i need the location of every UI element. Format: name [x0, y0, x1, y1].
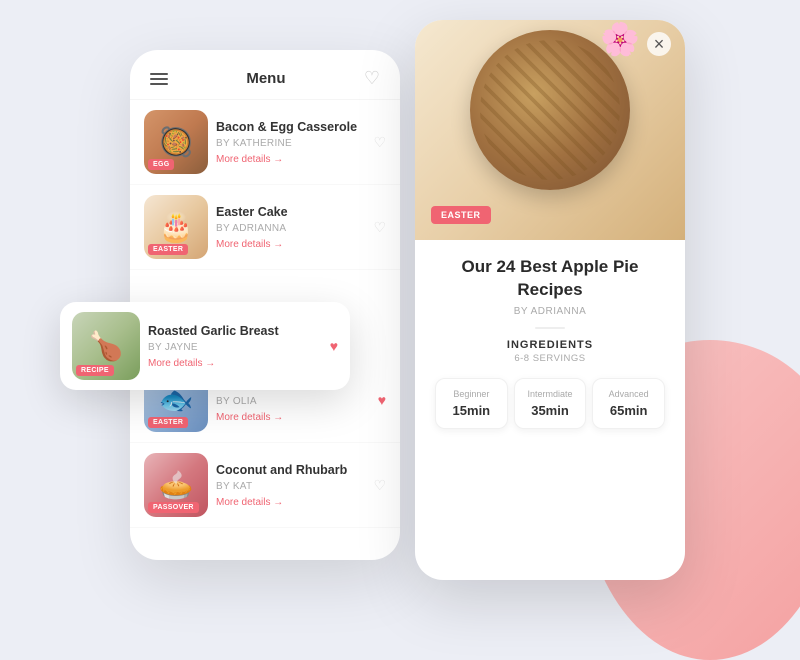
difficulty-row: Beginner 15min Intermdiate 35min Advance… — [435, 378, 665, 429]
heart-icon[interactable]: ♡ — [373, 477, 386, 494]
recipe-title: Our 24 Best Apple Pie Recipes — [435, 256, 665, 302]
heart-icon[interactable]: ♡ — [373, 219, 386, 236]
difficulty-level: Beginner — [442, 389, 501, 399]
recipe-tag: PASSOVER — [148, 502, 199, 513]
recipe-hero-image: × EASTER — [415, 20, 685, 240]
list-item[interactable]: PASSOVER Coconut and Rhubarb By KAT More… — [130, 443, 400, 528]
ingredients-section: INGREDIENTS 6-8 SERVINGS — [435, 339, 665, 364]
more-details-link[interactable]: More details → — [216, 239, 365, 250]
difficulty-time: 35min — [521, 403, 580, 418]
list-item[interactable]: EASTER Easter Cake By ADRIANNA More deta… — [130, 185, 400, 270]
recipe-name: Easter Cake — [216, 204, 365, 220]
recipe-tag: EASTER — [148, 244, 188, 255]
close-button[interactable]: × — [647, 32, 671, 56]
recipe-author: By JAYNE — [148, 342, 322, 353]
recipe-info: Easter Cake By ADRIANNA More details → — [216, 204, 365, 249]
difficulty-time: 15min — [442, 403, 501, 418]
recipe-tag: EGG — [148, 159, 174, 170]
right-phone: × EASTER Our 24 Best Apple Pie Recipes B… — [415, 20, 685, 580]
hamburger-icon[interactable] — [150, 73, 168, 85]
recipe-thumbnail: EGG — [144, 110, 208, 174]
pie-image — [470, 30, 630, 190]
list-item[interactable]: EGG Bacon & Egg Casserole By KATHERINE M… — [130, 100, 400, 185]
recipe-author: By ADRIANNA — [216, 223, 365, 234]
recipe-name: Bacon & Egg Casserole — [216, 119, 365, 135]
recipe-name: Coconut and Rhubarb — [216, 462, 365, 478]
more-details-link[interactable]: More details → — [216, 497, 365, 508]
recipe-author: By OLIA — [216, 396, 370, 407]
category-badge: EASTER — [431, 206, 491, 224]
heart-icon[interactable]: ♡ — [373, 134, 386, 151]
difficulty-level: Intermdiate — [521, 389, 580, 399]
recipe-tag: EASTER — [148, 417, 188, 428]
phone-header: Menu ♡ — [130, 50, 400, 100]
heart-icon[interactable]: ♥ — [330, 338, 338, 354]
recipe-thumbnail: EASTER — [144, 195, 208, 259]
recipe-info: Coconut and Rhubarb By KAT More details … — [216, 462, 365, 507]
difficulty-time: 65min — [599, 403, 658, 418]
floating-recipe-card[interactable]: RECIPE Roasted Garlic Breast By JAYNE Mo… — [60, 302, 350, 390]
difficulty-card-advanced: Advanced 65min — [592, 378, 665, 429]
difficulty-card-intermediate: Intermdiate 35min — [514, 378, 587, 429]
menu-title: Menu — [246, 70, 285, 87]
recipe-info: Bacon & Egg Casserole By KATHERINE More … — [216, 119, 365, 164]
recipe-name: Roasted Garlic Breast — [148, 323, 322, 339]
ingredients-label: INGREDIENTS — [435, 339, 665, 351]
recipe-info: Roasted Garlic Breast By JAYNE More deta… — [148, 323, 322, 368]
recipe-author: By KAT — [216, 481, 365, 492]
more-details-link[interactable]: More details → — [216, 412, 370, 423]
more-details-link[interactable]: More details → — [148, 358, 322, 369]
recipe-author: By ADRIANNA — [435, 306, 665, 317]
recipe-tag: RECIPE — [76, 365, 114, 376]
recipe-thumbnail: RECIPE — [72, 312, 140, 380]
recipe-thumbnail: PASSOVER — [144, 453, 208, 517]
heart-icon[interactable]: ♥ — [378, 392, 386, 408]
recipe-author: By KATHERINE — [216, 138, 365, 149]
recipe-detail-content: Our 24 Best Apple Pie Recipes By ADRIANN… — [415, 240, 685, 445]
difficulty-card-beginner: Beginner 15min — [435, 378, 508, 429]
difficulty-level: Advanced — [599, 389, 658, 399]
header-heart-icon[interactable]: ♡ — [364, 68, 380, 89]
servings-label: 6-8 SERVINGS — [435, 353, 665, 364]
divider — [535, 327, 565, 329]
more-details-link[interactable]: More details → — [216, 154, 365, 165]
